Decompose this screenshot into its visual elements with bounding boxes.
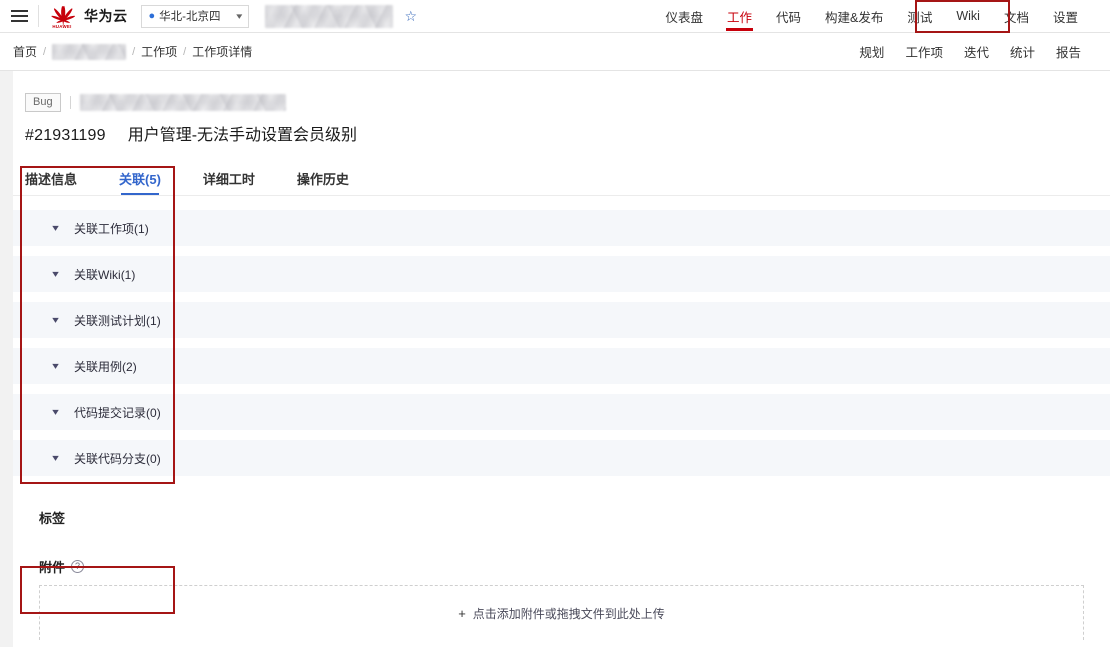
tags-section: 标签 xyxy=(13,486,1110,527)
svg-text:HUAWEI: HUAWEI xyxy=(52,24,71,29)
tags-section-title: 标签 xyxy=(39,511,66,526)
project-name-redacted[interactable] xyxy=(264,4,393,28)
relations-accordion: ▾ 关联工作项(1) ▾ 关联Wiki(1) ▾ 关联测试计划(1) ▾ 关联用… xyxy=(13,210,1110,476)
global-header: HUAWEI 华为云 ● 华北-北京四 ▾ ☆ 仪表盘 工作 代码 构建&发布 … xyxy=(0,0,1110,33)
dropzone-label: 点击添加附件或拖拽文件到此处上传 xyxy=(472,606,665,621)
accordion-label: 代码提交记录(0) xyxy=(74,405,161,420)
sub-nav-item-reports[interactable]: 报告 xyxy=(1047,42,1090,61)
main-navigation: 仪表盘 工作 代码 构建&发布 测试 Wiki 文档 设置 xyxy=(653,0,1110,33)
accordion-item-related-wiki[interactable]: ▾ 关联Wiki(1) xyxy=(13,256,1110,292)
chevron-down-icon: ▾ xyxy=(52,406,59,418)
nav-item-test[interactable]: 测试 xyxy=(895,0,944,33)
tab-description[interactable]: 描述信息 xyxy=(25,169,77,195)
question-mark-icon[interactable]: ? xyxy=(71,560,85,573)
breadcrumb-item-project-redacted[interactable] xyxy=(52,43,127,60)
nav-item-code[interactable]: 代码 xyxy=(764,0,813,33)
accordion-item-code-commits[interactable]: ▾ 代码提交记录(0) xyxy=(13,394,1110,430)
header-divider xyxy=(38,5,39,27)
nav-label: 代码 xyxy=(775,10,801,25)
nav-label: 设置 xyxy=(1052,10,1078,25)
breadcrumb-separator: / xyxy=(183,45,187,58)
attachment-dropzone[interactable]: + 点击添加附件或拖拽文件到此处上传 xyxy=(39,585,1084,640)
tab-operation-history[interactable]: 操作历史 xyxy=(297,169,349,195)
breadcrumb-item-work-items[interactable]: 工作项 xyxy=(141,43,177,60)
sub-header: 首页 / / 工作项 / 工作项详情 规划 工作项 迭代 统计 报告 xyxy=(0,33,1110,71)
nav-item-docs[interactable]: 文档 xyxy=(992,0,1041,33)
sub-navigation: 规划 工作项 迭代 统计 报告 xyxy=(850,42,1110,61)
sub-nav-item-statistics[interactable]: 统计 xyxy=(1001,42,1044,61)
sub-nav-item-iteration[interactable]: 迭代 xyxy=(955,42,998,61)
nav-item-wiki[interactable]: Wiki xyxy=(944,0,992,33)
nav-label: 仪表盘 xyxy=(665,10,703,25)
chevron-down-icon: ▾ xyxy=(52,222,59,234)
sub-nav-item-planning[interactable]: 规划 xyxy=(850,42,893,61)
plus-icon: + xyxy=(458,605,466,621)
sub-nav-item-work-items[interactable]: 工作项 xyxy=(896,42,952,61)
work-item-type-badge[interactable]: Bug xyxy=(25,93,61,112)
chevron-down-icon: ▾ xyxy=(52,452,59,464)
nav-label: 工作 xyxy=(726,10,752,25)
attachment-section: 附件 ? xyxy=(13,527,1110,576)
region-label: 华北-北京四 xyxy=(159,11,221,23)
breadcrumb-item-work-item-detail: 工作项详情 xyxy=(192,45,253,59)
work-item-path-redacted xyxy=(79,94,286,111)
breadcrumb: 首页 / / 工作项 / 工作项详情 xyxy=(0,43,252,60)
chevron-down-icon: ▾ xyxy=(52,360,59,372)
page-title: #21931199 用户管理-无法手动设置会员级别 xyxy=(13,112,1110,145)
detail-tabs: 描述信息 关联(5) 详细工时 操作历史 xyxy=(13,167,1110,195)
huawei-logo-icon: HUAWEI xyxy=(47,3,77,29)
accordion-item-related-code-branches[interactable]: ▾ 关联代码分支(0) xyxy=(13,440,1110,476)
nav-label: 构建&发布 xyxy=(825,10,884,25)
breadcrumb-separator: / xyxy=(43,45,47,58)
brand-logo-area[interactable]: HUAWEI 华为云 xyxy=(45,3,128,29)
accordion-item-related-test-cases[interactable]: ▾ 关联用例(2) xyxy=(13,348,1110,384)
tab-detailed-hours[interactable]: 详细工时 xyxy=(203,169,255,195)
region-selector[interactable]: ● 华北-北京四 ▾ xyxy=(140,4,249,28)
work-item-id: #21931199 xyxy=(25,127,106,144)
work-item-meta-row: Bug xyxy=(13,71,1110,112)
brand-name: 华为云 xyxy=(84,8,128,24)
accordion-label: 关联用例(2) xyxy=(74,359,137,374)
accordion-item-related-test-plans[interactable]: ▾ 关联测试计划(1) xyxy=(13,302,1110,338)
location-pin-icon: ● xyxy=(148,9,156,22)
work-item-detail-panel: Bug #21931199 用户管理-无法手动设置会员级别 描述信息 关联(5)… xyxy=(13,71,1110,647)
meta-divider xyxy=(69,96,71,109)
work-item-title: 用户管理-无法手动设置会员级别 xyxy=(127,127,358,144)
attachment-section-title: 附件 xyxy=(39,560,66,575)
star-icon[interactable]: ☆ xyxy=(405,9,418,23)
chevron-down-icon: ▾ xyxy=(236,10,243,21)
chevron-down-icon: ▾ xyxy=(52,314,59,326)
nav-item-work[interactable]: 工作 xyxy=(715,0,764,33)
tabs-underline-rule xyxy=(13,195,1110,196)
chevron-down-icon: ▾ xyxy=(52,268,59,280)
nav-item-dashboard[interactable]: 仪表盘 xyxy=(653,0,715,33)
accordion-label: 关联代码分支(0) xyxy=(74,451,161,466)
breadcrumb-separator: / xyxy=(132,45,136,58)
tab-relations[interactable]: 关联(5) xyxy=(119,169,161,195)
app-root: HUAWEI 华为云 ● 华北-北京四 ▾ ☆ 仪表盘 工作 代码 构建&发布 … xyxy=(0,0,1110,647)
breadcrumb-item-home[interactable]: 首页 xyxy=(13,43,37,60)
nav-item-settings[interactable]: 设置 xyxy=(1041,0,1090,33)
accordion-label: 关联Wiki(1) xyxy=(74,267,136,282)
attachment-header: 附件 ? xyxy=(39,557,1110,576)
accordion-item-related-work-items[interactable]: ▾ 关联工作项(1) xyxy=(13,210,1110,246)
hamburger-menu-icon[interactable] xyxy=(0,0,36,33)
accordion-label: 关联工作项(1) xyxy=(74,221,149,236)
nav-label: 测试 xyxy=(907,10,933,25)
accordion-label: 关联测试计划(1) xyxy=(74,313,161,328)
nav-label: Wiki xyxy=(956,9,980,23)
nav-label: 文档 xyxy=(1003,10,1029,25)
nav-item-build-release[interactable]: 构建&发布 xyxy=(813,0,895,33)
